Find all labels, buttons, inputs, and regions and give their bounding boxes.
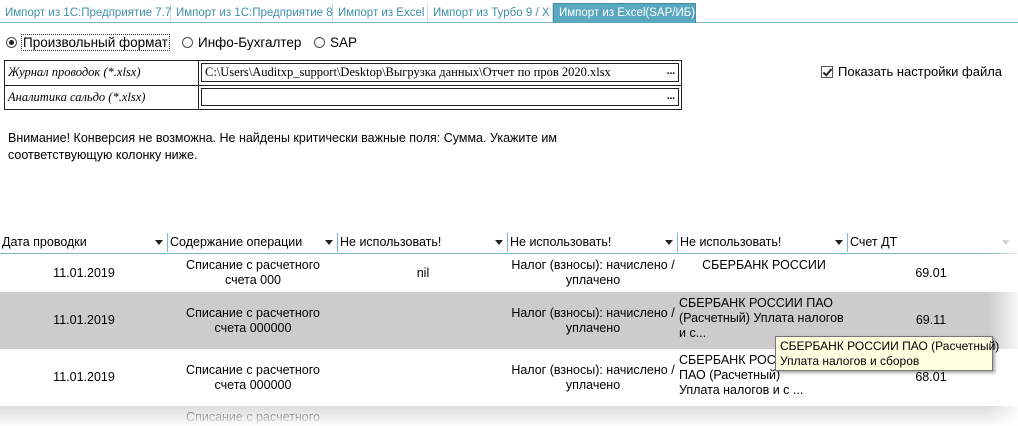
radio-label: SAP: [330, 34, 358, 50]
show-file-settings-checkbox[interactable]: Показать настройки файла: [821, 64, 1002, 79]
analytics-file-input[interactable]: ...: [201, 88, 679, 106]
tab-1c-77[interactable]: Импорт из 1С:Предприятие 7.7: [0, 4, 171, 22]
radio-label: Инфо-Бухгалтер: [198, 34, 302, 50]
column-header-label: Дата проводки: [2, 235, 87, 249]
tab-excel-sap[interactable]: Импорт из Excel(SAP/ИБ): [553, 3, 696, 23]
cell-date: 11.01.2019: [53, 370, 115, 384]
column-header-label: Не использовать!: [340, 235, 442, 249]
cell-debit-account: 69.01: [915, 265, 947, 280]
radio-info-accountant[interactable]: Инфо-Бухгалтер: [182, 32, 301, 52]
dropdown-arrow-icon[interactable]: [835, 240, 843, 245]
journal-browse-button[interactable]: ...: [667, 64, 675, 78]
cell-content: Списание с расчетного счета 000: [186, 258, 320, 287]
cell-unused-3: СБЕРБАНК РОССИИ: [702, 258, 826, 272]
journal-file-path: C:\Users\Auditxp_support\Desktop\Выгрузк…: [205, 65, 611, 79]
analytics-browse-button[interactable]: ...: [667, 89, 675, 103]
cell-content: Списание с расчетного: [186, 410, 320, 424]
conversion-warning: Внимание! Конверсия не возможна. Не найд…: [8, 130, 608, 164]
radio-label: Произвольный формат: [21, 33, 170, 51]
dropdown-arrow-icon[interactable]: [495, 240, 503, 245]
cell-tooltip: СБЕРБАНК РОССИИ ПАО (Расчетный) Уплата н…: [775, 336, 1000, 371]
cell-unused-2: Налог (взносы): начислено / уплачено: [511, 305, 675, 335]
column-header-unused-3[interactable]: Не использовать!: [678, 233, 848, 252]
tooltip-line-2: Уплата налогов и сборов: [780, 354, 920, 368]
dropdown-arrow-icon[interactable]: [325, 240, 333, 245]
mapping-grid: Дата проводки Содержание операции Не исп…: [0, 233, 1018, 426]
tab-excel[interactable]: Импорт из Excel: [333, 4, 428, 22]
column-header-unused-1[interactable]: Не использовать!: [338, 233, 508, 252]
cell-date: 11.01.2019: [53, 265, 115, 280]
radio-unselected-icon: [182, 36, 193, 48]
analytics-file-label: Аналитика сальдо (*.xlsx): [5, 86, 199, 109]
column-header-unused-2[interactable]: Не использовать!: [508, 233, 678, 252]
warning-line-2: соответствующую колонку ниже.: [8, 148, 198, 162]
journal-file-input[interactable]: C:\Users\Auditxp_support\Desktop\Выгрузк…: [201, 63, 679, 82]
radio-sap[interactable]: SAP: [314, 32, 357, 52]
dropdown-arrow-icon[interactable]: [665, 240, 673, 245]
cell-date: 11.01.2019: [53, 313, 115, 327]
tab-1c-8[interactable]: Импорт из 1С:Предприятие 8: [171, 4, 333, 22]
tabbar-divider: [0, 22, 1018, 23]
dropdown-arrow-icon[interactable]: [155, 240, 163, 245]
table-row[interactable]: Списание с расчетного: [0, 406, 1018, 426]
column-header-label: Содержание операции: [170, 235, 303, 249]
cell-content: Списание с расчетного счета 000000: [186, 362, 320, 392]
checkbox-checked-icon: [821, 65, 833, 78]
grid-header: Дата проводки Содержание операции Не исп…: [0, 233, 1018, 254]
cell-content: Списание с расчетного счета 000000: [186, 305, 320, 335]
journal-file-label: Журнал проводок (*.xlsx): [5, 61, 199, 85]
radio-selected-icon: [6, 36, 17, 48]
warning-line-1: Внимание! Конверсия не возможна. Не найд…: [8, 131, 557, 145]
cell-unused-2: Налог (взносы): начислено / уплачено: [511, 258, 675, 287]
column-header-content[interactable]: Содержание операции: [168, 233, 338, 252]
import-tabbar: Импорт из 1С:Предприятие 7.7 Импорт из 1…: [0, 3, 1018, 23]
column-header-label: Счет ДТ: [850, 235, 898, 249]
show-file-settings-label: Показать настройки файла: [838, 64, 1003, 79]
radio-unselected-icon: [314, 36, 325, 48]
tooltip-line-1: СБЕРБАНК РОССИИ ПАО (Расчетный): [780, 339, 1000, 353]
file-selection-table: Журнал проводок (*.xlsx) C:\Users\Auditx…: [4, 60, 682, 110]
cell-unused-1: [338, 292, 508, 349]
column-header-label: Не использовать!: [680, 235, 782, 249]
format-radio-group: Произвольный формат Инфо-Бухгалтер SAP: [0, 32, 420, 52]
table-row[interactable]: 11.01.2019 Списание с расчетного счета 0…: [0, 254, 1018, 292]
dropdown-arrow-icon[interactable]: [1002, 240, 1010, 245]
journal-file-row: Журнал проводок (*.xlsx) C:\Users\Auditx…: [5, 61, 681, 86]
column-header-debit-account[interactable]: Счет ДТ: [848, 233, 1014, 252]
cell-unused-1: [338, 349, 508, 406]
cell-unused-2: Налог (взносы): начислено / уплачено: [511, 362, 675, 392]
tab-turbo[interactable]: Импорт из Турбо 9 / X: [428, 4, 553, 22]
column-header-label: Не использовать!: [510, 235, 612, 249]
column-header-date[interactable]: Дата проводки: [0, 233, 168, 252]
cell-unused-1: nil: [416, 265, 430, 280]
analytics-file-row: Аналитика сальдо (*.xlsx) ...: [5, 86, 681, 109]
radio-custom-format[interactable]: Произвольный формат: [6, 32, 170, 52]
